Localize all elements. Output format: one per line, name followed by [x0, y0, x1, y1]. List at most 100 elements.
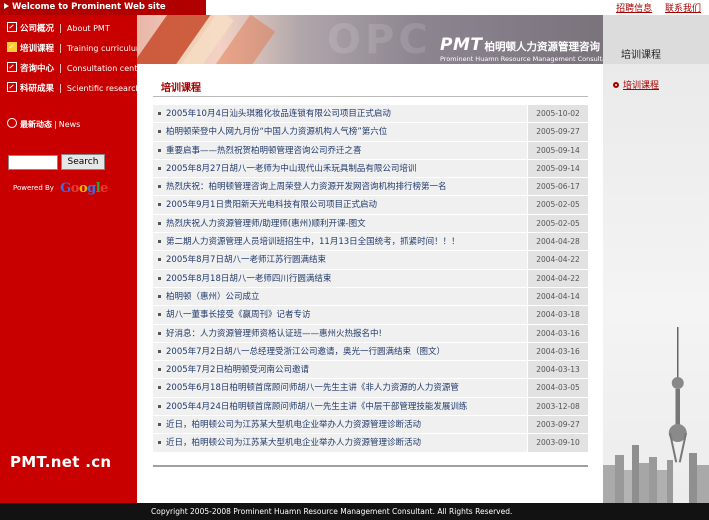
title-divider: [153, 96, 588, 97]
news-date: 2003-09-27: [528, 416, 588, 434]
news-title-link[interactable]: 2005年8月27日胡八一老师为中山现代山禾玩具制品有限公司培训: [153, 159, 527, 178]
news-item: 2005年8月18日胡八一老师四川行圆满结束 2004-04-22: [153, 269, 588, 288]
news-title-link[interactable]: 2005年8月18日胡八一老师四川行圆满结束: [153, 269, 527, 287]
search-input[interactable]: [8, 155, 58, 170]
news-title-link[interactable]: 2005年6月18日柏明顿首席顾问师胡八一先生主讲《非人力资源的人力资源管: [153, 379, 527, 397]
subnav-link-training[interactable]: 培训课程: [613, 78, 659, 91]
news-item: 第二期人力资源管理人员培训班招生中，11月13日全国统考，抓紧时间！！！ 2004…: [153, 233, 588, 252]
news-item: 柏明顿（惠州）公司成立 2004-04-14: [153, 287, 588, 307]
news-item: 重要启事——热烈祝贺柏明顿管理咨询公司乔迁之喜 2005-09-14: [153, 141, 588, 160]
news-item: 2005年7月2日胡八一总经理受浙江公司邀请，奥光一行圆满结束（图文） 2004-…: [153, 342, 588, 362]
news-date: 2004-03-16: [528, 342, 588, 361]
news-title-link[interactable]: 好消息：人力资源管理师资格认证班——惠州火热报名中!: [153, 324, 527, 342]
arrow-box-icon: [7, 22, 17, 32]
sidebar-item-label: 公司概况: [20, 24, 55, 34]
news-title-link[interactable]: 热烈庆祝人力资源管理师/助理师(惠州)顺利开课-图文: [153, 214, 527, 233]
sidebar-item-about[interactable]: 公司概况 | About PMT: [0, 19, 137, 39]
sidebar-item-label: 培训课程: [20, 44, 55, 54]
divider: |: [59, 84, 62, 94]
news-title-link[interactable]: 2005年4月24日柏明顿首席顾问师胡八一先生主讲《中层干部管理技能发展训练: [153, 397, 527, 416]
news-date: 2004-04-22: [528, 269, 588, 287]
news-title-link[interactable]: 2005年10月4日汕头琪雅化妆品连锁有限公司项目正式启动: [153, 105, 527, 123]
right-panel-header: 培训课程: [603, 15, 709, 64]
news-title-link[interactable]: 2005年7月2日柏明顿受河南公司邀请: [153, 361, 527, 379]
news-date: 2004-04-14: [528, 287, 588, 306]
news-date: 2005-02-05: [528, 214, 588, 233]
news-date: 2003-09-10: [528, 434, 588, 452]
news-title-link[interactable]: 胡八一董事长接受《赢周刊》记者专访: [153, 306, 527, 324]
news-date: 2004-04-22: [528, 251, 588, 269]
news-item: 2005年8月7日胡八一老师江苏行圆满结束 2004-04-22: [153, 251, 588, 270]
news-date: 2004-03-13: [528, 361, 588, 379]
footer: Copyright 2005-2008 Prominent Huamn Reso…: [0, 503, 709, 520]
arrow-box-icon: [7, 62, 17, 72]
sidebar-nav: 公司概况 | About PMT 培训课程 | Training curriculum …: [0, 19, 137, 99]
news-date: 2003-12-08: [528, 397, 588, 416]
news-item: 柏明顿荣登中人网九月份“中国人力资源机构人气榜”第六位 2005-09-27: [153, 123, 588, 142]
company-logo: PMT 柏明顿人力资源管理咨询 Prominent Huamn Resource …: [440, 35, 603, 63]
welcome-text: Welcome to Prominent Web site: [12, 2, 166, 12]
header-banner: OPC PMT 柏明顿人力资源管理咨询 Prominent Huamn Resou…: [137, 15, 603, 64]
divider: |: [59, 44, 62, 54]
news-date: 2005-02-05: [528, 196, 588, 214]
jobs-link[interactable]: 招聘信息: [616, 4, 652, 14]
logo-chinese-name: 柏明顿人力资源管理咨询: [484, 41, 600, 53]
news-item: 近日，柏明顿公司为江苏某大型机电企业举办人力资源管理诊断活动 2003-09-27: [153, 416, 588, 435]
contact-link[interactable]: 联系我们: [665, 4, 701, 14]
news-title-link[interactable]: 近日，柏明顿公司为江苏某大型机电企业举办人力资源管理诊断活动: [153, 434, 527, 452]
sidebar-item-research[interactable]: 科研成果 | Scientific research: [0, 79, 137, 99]
powered-by-label: Powered By: [13, 184, 54, 192]
news-title-link[interactable]: 柏明顿（惠州）公司成立: [153, 287, 527, 306]
news-title-link[interactable]: 2005年7月2日胡八一总经理受浙江公司邀请，奥光一行圆满结束（图文）: [153, 342, 527, 361]
news-item: 好消息：人力资源管理师资格认证班——惠州火热报名中! 2004-03-16: [153, 324, 588, 343]
news-title-link[interactable]: 2005年8月7日胡八一老师江苏行圆满结束: [153, 251, 527, 269]
subnav-link-label: 培训课程: [623, 81, 660, 91]
news-title-link[interactable]: 重要启事——热烈祝贺柏明顿管理咨询公司乔迁之喜: [153, 141, 527, 159]
banner-watermark: OPC: [327, 17, 432, 63]
news-date: 2005-06-17: [528, 178, 588, 196]
welcome-banner: Welcome to Prominent Web site: [0, 0, 206, 15]
sidebar: 公司概况 | About PMT 培训课程 | Training curriculum …: [0, 15, 137, 503]
sidebar-item-news[interactable]: 最新动态 | News: [0, 117, 137, 133]
news-item: 近日，柏明顿公司为江苏某大型机电企业举办人力资源管理诊断活动 2003-09-10: [153, 434, 588, 453]
sidebar-item-sublabel: Training curriculum: [66, 44, 137, 53]
divider: |: [59, 64, 62, 74]
top-bar: Welcome to Prominent Web site 招聘信息 联系我们: [0, 0, 709, 15]
news-item: 热烈庆祝：柏明顿管理咨询上周荣登人力资源开发网咨询机构排行榜第一名 2005-06…: [153, 178, 588, 197]
news-list: 2005年10月4日汕头琪雅化妆品连锁有限公司项目正式启动 2005-10-02 柏…: [153, 105, 588, 453]
sidebar-item-training[interactable]: 培训课程 | Training curriculum: [0, 39, 137, 59]
top-links: 招聘信息 联系我们: [606, 1, 701, 14]
arrow-right-icon: [4, 3, 9, 9]
site-brand: PMT.net .cn: [10, 453, 112, 471]
powered-by-google: Powered By Google: [13, 181, 108, 196]
arrow-box-icon: [7, 42, 17, 52]
news-date: 2004-04-28: [528, 233, 588, 251]
news-title-link[interactable]: 柏明顿荣登中人网九月份“中国人力资源机构人气榜”第六位: [153, 123, 527, 141]
sidebar-item-consultation[interactable]: 咨询中心 | Consultation center: [0, 59, 137, 79]
logo-english-name: Prominent Huamn Resource Management Cons…: [440, 55, 603, 63]
sidebar-item-label: 最新动态: [20, 120, 52, 129]
right-panel: 培训课程 培训课程: [603, 15, 709, 503]
news-item: 热烈庆祝人力资源管理师/助理师(惠州)顺利开课-图文 2005-02-05: [153, 214, 588, 234]
news-item: 2005年9月1日贵阳新天光电科技有限公司项目正式启动 2005-02-05: [153, 196, 588, 215]
news-date: 2004-03-18: [528, 306, 588, 324]
divider: |: [54, 120, 57, 129]
right-panel-title: 培训课程: [621, 50, 661, 61]
search-button[interactable]: Search: [61, 154, 105, 170]
bullet-circle-icon: [613, 82, 619, 88]
news-title-link[interactable]: 近日，柏明顿公司为江苏某大型机电企业举办人力资源管理诊断活动: [153, 416, 527, 434]
news-date: 2004-03-05: [528, 379, 588, 397]
sidebar-item-sublabel: About PMT: [66, 24, 110, 33]
google-logo: Google: [60, 181, 108, 196]
main-content: 培训课程 2005年10月4日汕头琪雅化妆品连锁有限公司项目正式启动 2005-1…: [137, 64, 603, 503]
news-date: 2004-03-16: [528, 324, 588, 342]
logo-pmt: PMT: [440, 35, 483, 55]
clock-icon: [7, 118, 17, 128]
news-item: 胡八一董事长接受《赢周刊》记者专访 2004-03-18: [153, 306, 588, 325]
news-title-link[interactable]: 2005年9月1日贵阳新天光电科技有限公司项目正式启动: [153, 196, 527, 214]
news-title-link[interactable]: 热烈庆祝：柏明顿管理咨询上周荣登人力资源开发网咨询机构排行榜第一名: [153, 178, 527, 196]
news-title-link[interactable]: 第二期人力资源管理人员培训班招生中，11月13日全国统考，抓紧时间！！！: [153, 233, 527, 251]
sidebar-item-sublabel: Consultation center: [66, 64, 137, 73]
news-item: 2005年8月27日胡八一老师为中山现代山禾玩具制品有限公司培训 2005-09-…: [153, 159, 588, 179]
sidebar-item-sublabel: News: [58, 120, 81, 129]
